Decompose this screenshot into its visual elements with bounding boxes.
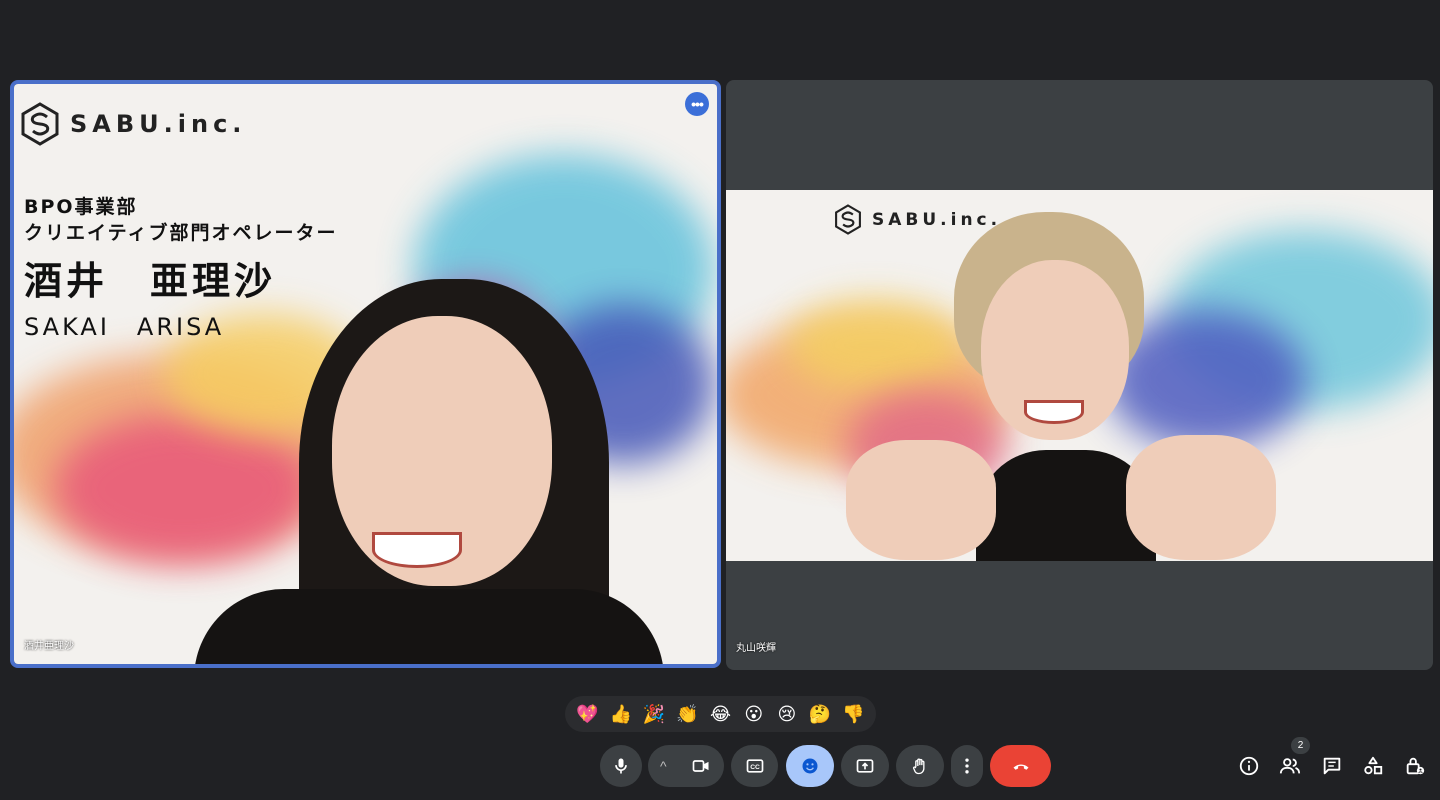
lock-person-icon [1406,757,1425,775]
person-smile [372,532,462,568]
mic-icon [615,758,627,774]
send-reaction-button[interactable] [786,745,834,787]
camera-control-group: ^ [648,745,724,787]
present-button[interactable] [841,745,889,787]
present-icon [856,759,874,773]
name-japanese: 酒井 亜理沙 [24,259,277,303]
host-controls-button[interactable] [1403,754,1427,778]
camera-icon [692,760,709,772]
reaction-surprised[interactable]: 😮 [740,704,768,725]
more-options-button[interactable] [951,745,983,787]
bg-splash [54,414,314,564]
brand-logo: SABU.inc. [834,204,1001,235]
microphone-button[interactable] [600,745,642,787]
tile-more-options-button[interactable]: ••• [685,92,709,116]
camera-button[interactable] [680,745,722,787]
brand-name: SABU.inc. [872,209,1002,230]
brand-name: SABU.inc. [70,110,247,138]
sabu-logo-icon [21,102,59,146]
reaction-thinking[interactable]: 🤔 [806,704,834,725]
people-count-badge: 2 [1291,737,1310,754]
brand-logo: SABU.inc. [20,102,246,146]
emoji-icon [802,758,818,774]
svg-text:CC: CC [750,764,760,771]
people-icon [1279,758,1301,774]
participant-tile-sakai[interactable]: SABU.inc. BPO事業部 クリエイティブ部門オペレーター 酒井 亜理沙 … [10,80,721,668]
participant-name-label: 酒井亜理沙 [24,641,74,652]
department-line-2: クリエイティブ部門オペレーター [24,222,338,244]
chat-icon [1323,757,1341,775]
video-feed [14,84,717,664]
sabu-logo-icon [835,204,861,235]
leave-call-button[interactable] [990,745,1051,787]
person-body [194,589,664,664]
people-button[interactable] [1278,754,1302,778]
video-feed [726,190,1433,561]
bg-splash [786,300,966,390]
participant-name-label: 丸山咲輝 [736,643,776,654]
reaction-thumbs-up[interactable]: 👍 [607,704,635,725]
captions-icon: CC [746,759,763,773]
name-card: BPO事業部 クリエイティブ部門オペレーター 酒井 亜理沙 SAKAI ARIS… [24,194,337,342]
person-hand-right [1126,435,1276,560]
reactions-bar: 💖 👍 🎉 👏 😂 😮 😢 🤔 👎 [565,696,876,732]
chat-button[interactable] [1320,754,1344,778]
camera-options-chevron-icon[interactable]: ^ [660,758,680,774]
name-english: SAKAI ARISA [24,313,225,341]
reaction-sad[interactable]: 😢 [773,704,801,725]
reaction-party-popper[interactable]: 🎉 [640,704,668,725]
reaction-thumbs-down[interactable]: 👎 [839,704,867,725]
participant-tile-maruyama[interactable]: SABU.inc. 丸山咲輝 [726,80,1433,670]
hand-icon [913,758,925,775]
person-smile [1024,400,1084,424]
activities-button[interactable] [1361,754,1385,778]
reaction-sparkling-heart[interactable]: 💖 [574,704,602,725]
captions-button[interactable]: CC [731,745,778,787]
activities-shapes-icon [1364,756,1383,775]
raise-hand-button[interactable] [896,745,944,787]
end-call-icon [1013,764,1028,770]
meeting-details-button[interactable] [1237,754,1261,778]
reaction-tears-of-joy[interactable]: 😂 [706,704,734,725]
more-vert-icon [965,758,969,774]
person-hand-left [846,440,996,560]
info-icon [1239,756,1259,776]
reaction-clapping[interactable]: 👏 [673,704,701,725]
department-line-1: BPO事業部 [24,196,138,218]
